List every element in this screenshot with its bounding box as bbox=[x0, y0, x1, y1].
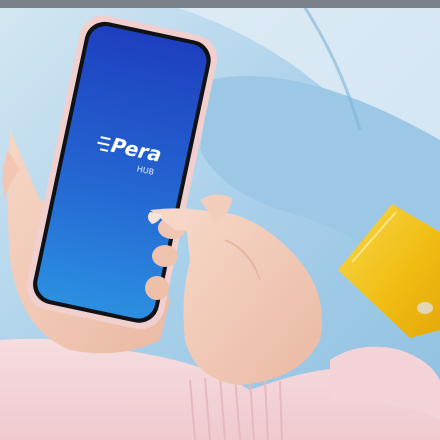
photo-scene: Pera HUB bbox=[0, 0, 440, 440]
card-logo-icon bbox=[417, 302, 433, 314]
top-strip bbox=[0, 0, 440, 8]
finger-2 bbox=[152, 245, 178, 267]
finger-3 bbox=[145, 276, 169, 300]
photo-illustration: Pera HUB bbox=[0, 0, 440, 440]
